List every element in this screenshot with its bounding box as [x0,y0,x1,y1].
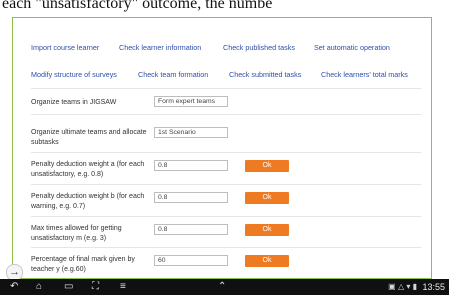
nav-import-course-learner[interactable]: Import course learner [31,43,99,52]
penalty-b-input[interactable]: 0.8 [154,192,228,203]
notification-icon: ▣ [388,282,396,291]
nav-check-published-tasks[interactable]: Check published tasks [223,43,295,52]
max-times-input[interactable]: 0.8 [154,224,228,235]
divider [31,152,421,153]
app-frame: Import course learner Check learner info… [12,17,432,279]
nav-check-learners-total-marks[interactable]: Check learners' total marks [321,70,408,79]
clock: 13:55 [422,282,445,292]
ultimate-teams-select[interactable]: 1st Scenario [154,127,228,138]
document-text-fragment: each "unsatisfactory" outcome, the numbe [0,0,449,14]
home-icon[interactable]: ⌂ [36,281,42,293]
nav-row-1: Import course learner Check learner info… [13,43,433,57]
penalty-a-label: Penalty deduction weight a (for each uns… [31,161,145,178]
penalty-a-ok-button[interactable]: Ok [245,160,289,172]
divider [31,114,421,115]
menu-icon[interactable]: ≡ [120,281,126,293]
nav-row-2: Modify structure of surveys Check team f… [13,70,433,84]
max-times-label: Max times allowed for getting unsatisfac… [31,225,122,242]
percentage-ok-button[interactable]: Ok [245,255,289,267]
chevron-up-icon[interactable]: ⌃ [218,281,226,293]
nav-modify-structure-of-surveys[interactable]: Modify structure of surveys [31,70,117,79]
nav-set-automatic-operation[interactable]: Set automatic operation [314,43,390,52]
max-times-ok-button[interactable]: Ok [245,224,289,236]
battery-icon: ▮ [412,282,417,291]
divider [31,184,421,185]
penalty-a-input[interactable]: 0.8 [154,160,228,171]
warning-icon: △ [397,282,405,291]
nav-check-submitted-tasks[interactable]: Check submitted tasks [229,70,301,79]
recent-apps-icon[interactable]: ▭ [64,281,73,293]
nav-check-team-formation[interactable]: Check team formation [138,70,208,79]
percentage-label: Percentage of final mark given by teache… [31,256,135,273]
divider [31,247,421,248]
penalty-b-label: Penalty deduction weight b (for each war… [31,193,145,210]
back-icon[interactable]: ↶ [10,281,18,293]
organize-teams-select[interactable]: Form expert teams [154,96,228,107]
top-text: each "unsatisfactory" outcome, the numbe [2,0,273,12]
ultimate-teams-label: Organize ultimate teams and allocate sub… [31,129,147,146]
organize-teams-label: Organize teams in JIGSAW [31,99,117,106]
status-icons: ▣ △ ▾ ▮ [388,281,417,293]
system-navigation-bar: ↶ ⌂ ▭ ⛶ ≡ ⌃ ▣ △ ▾ ▮ 13:55 [0,279,449,295]
divider [31,216,421,217]
nav-check-learner-information[interactable]: Check learner information [119,43,201,52]
penalty-b-ok-button[interactable]: Ok [245,192,289,204]
divider [31,88,421,89]
screenshot-icon[interactable]: ⛶ [92,281,99,293]
wifi-icon: ▾ [406,282,411,291]
percentage-input[interactable]: 60 [154,255,228,266]
